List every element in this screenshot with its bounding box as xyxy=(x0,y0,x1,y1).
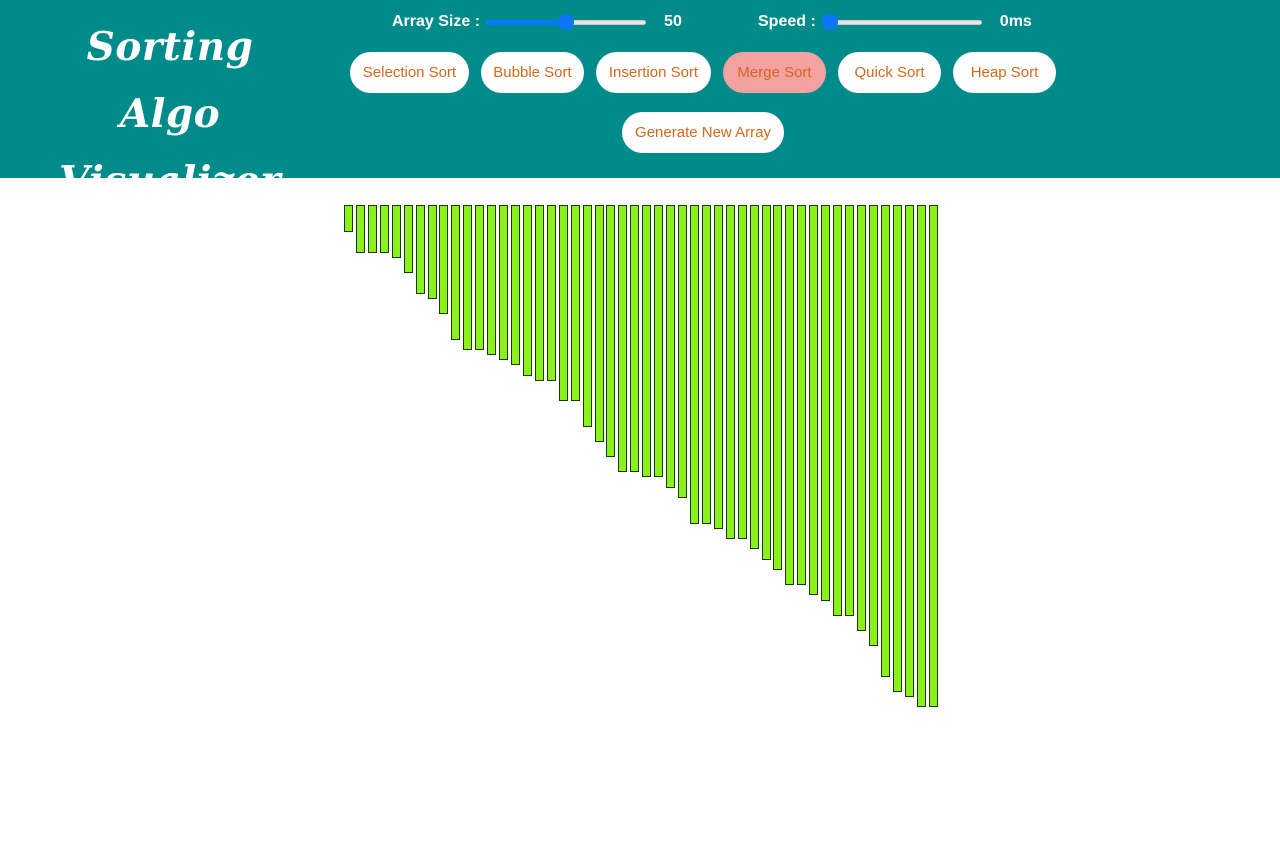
array-bar xyxy=(881,205,890,677)
array-bar xyxy=(439,205,448,314)
array-bar xyxy=(428,205,437,299)
array-bar xyxy=(344,205,353,232)
heap-sort-button[interactable]: Heap Sort xyxy=(953,52,1056,93)
array-bar xyxy=(499,205,508,360)
quick-sort-button[interactable]: Quick Sort xyxy=(838,52,941,93)
slider-fill xyxy=(486,20,567,25)
array-bar xyxy=(690,205,699,524)
merge-sort-button[interactable]: Merge Sort xyxy=(723,52,826,93)
header-bar: Sorting Algo Visualizer Array Size : 50 … xyxy=(0,0,1280,204)
array-bar xyxy=(773,205,782,570)
array-bar xyxy=(463,205,472,350)
slider-thumb[interactable] xyxy=(821,14,838,30)
array-bar xyxy=(917,205,926,707)
generate-new-array-button[interactable]: Generate New Array xyxy=(622,112,784,153)
array-bar xyxy=(451,205,460,340)
array-bars xyxy=(344,205,944,715)
app-title: Sorting Algo Visualizer xyxy=(40,14,300,215)
array-bar xyxy=(475,205,484,350)
slider-thumb[interactable] xyxy=(558,14,575,30)
array-bar xyxy=(535,205,544,381)
array-bar xyxy=(821,205,830,601)
array-bar xyxy=(845,205,854,616)
array-bar xyxy=(869,205,878,646)
array-size-control: Array Size : 50 xyxy=(392,10,682,34)
selection-sort-button[interactable]: Selection Sort xyxy=(350,52,469,93)
array-bar xyxy=(929,205,938,707)
array-size-label: Array Size : xyxy=(392,13,481,30)
array-bar xyxy=(666,205,675,488)
array-bar xyxy=(392,205,401,258)
array-bar xyxy=(368,205,377,253)
array-size-slider[interactable] xyxy=(486,14,647,30)
slider-track xyxy=(821,20,982,25)
array-bar xyxy=(547,205,556,381)
array-bar xyxy=(356,205,365,253)
array-bar xyxy=(559,205,568,401)
array-bar xyxy=(630,205,639,472)
array-bar xyxy=(571,205,580,401)
array-bar xyxy=(642,205,651,477)
array-bar xyxy=(523,205,532,376)
array-bar xyxy=(726,205,735,539)
array-bar xyxy=(654,205,663,477)
speed-slider[interactable] xyxy=(821,14,982,30)
array-bar xyxy=(416,205,425,294)
array-bar xyxy=(511,205,520,365)
array-bar xyxy=(809,205,818,595)
array-bar xyxy=(380,205,389,253)
app-title-line2: Visualizer xyxy=(58,158,282,204)
array-bar xyxy=(833,205,842,616)
array-bar xyxy=(857,205,866,631)
speed-value: 0ms xyxy=(999,13,1032,30)
array-bar xyxy=(797,205,806,585)
array-bar xyxy=(618,205,627,472)
array-bar xyxy=(583,205,592,427)
array-bar xyxy=(714,205,723,529)
array-bar xyxy=(404,205,413,273)
array-bar xyxy=(487,205,496,355)
array-bar xyxy=(738,205,747,539)
array-bar xyxy=(762,205,771,560)
array-bar xyxy=(893,205,902,692)
array-bar xyxy=(595,205,604,442)
array-bar xyxy=(905,205,914,697)
speed-control: Speed : 0ms xyxy=(758,10,1032,34)
speed-label: Speed : xyxy=(758,13,816,30)
array-bar xyxy=(750,205,759,549)
array-bar xyxy=(785,205,794,585)
array-bar xyxy=(606,205,615,457)
app-title-line1: Sorting Algo xyxy=(86,24,254,137)
array-size-value: 50 xyxy=(664,13,682,30)
bubble-sort-button[interactable]: Bubble Sort xyxy=(481,52,584,93)
array-bar xyxy=(678,205,687,498)
insertion-sort-button[interactable]: Insertion Sort xyxy=(596,52,711,93)
array-bar xyxy=(702,205,711,524)
